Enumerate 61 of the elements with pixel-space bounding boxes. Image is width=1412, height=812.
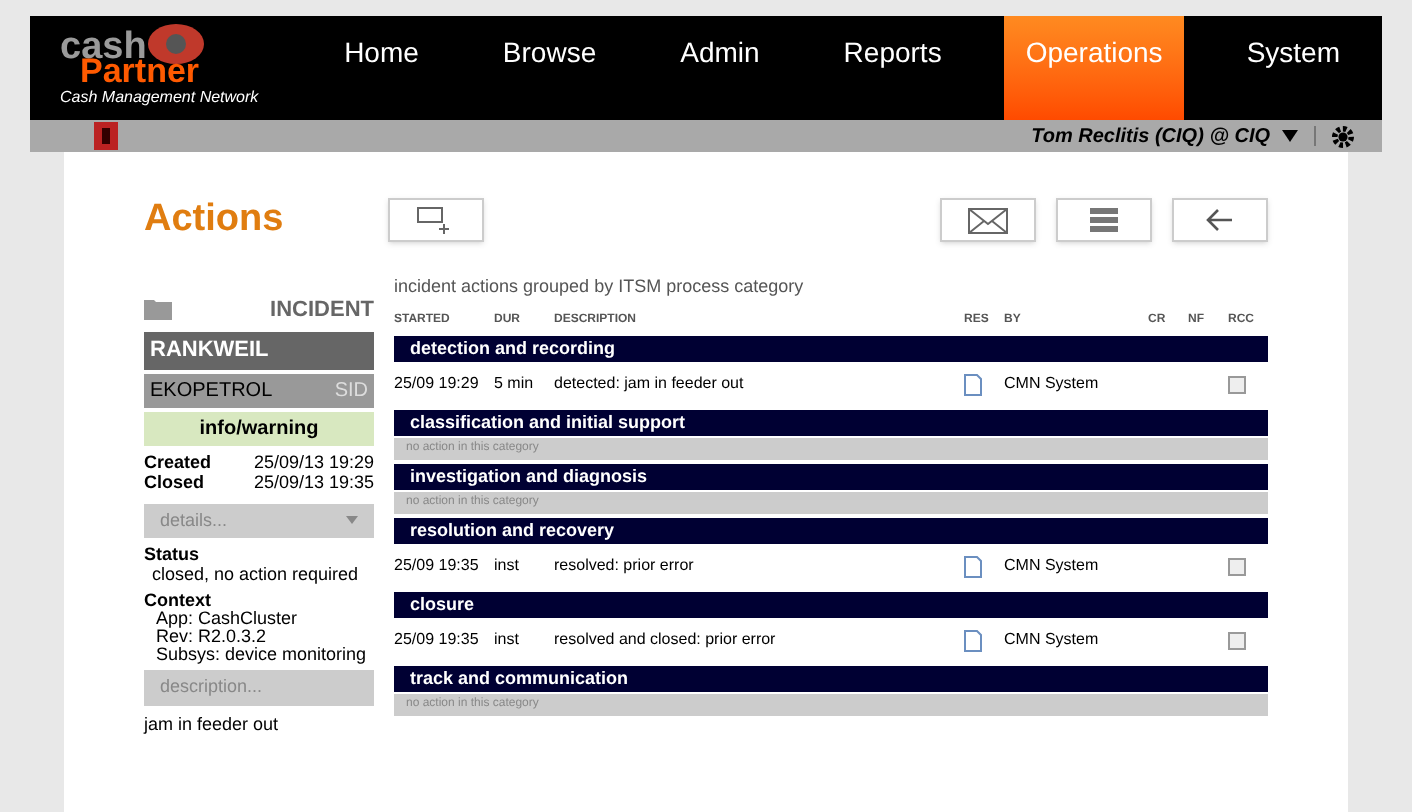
category-header: investigation and diagnosis [394, 464, 1268, 490]
checkbox[interactable] [1228, 557, 1246, 575]
context-line: App: CashCluster [154, 610, 300, 628]
nav-tab[interactable]: Admin [658, 16, 782, 120]
checkbox[interactable] [1228, 631, 1246, 649]
document-icon [964, 629, 982, 651]
document-icon [964, 373, 982, 395]
list-button[interactable] [1056, 198, 1152, 243]
nav-tab[interactable]: System [1224, 16, 1362, 120]
context-line: Rev: R2.0.3.2 [154, 628, 269, 646]
nav-tab[interactable]: Home [322, 16, 441, 120]
table-cell-text: 25/09 19:35 [394, 554, 481, 578]
table-cell-text: CMN System [1004, 372, 1101, 396]
nav-tab[interactable]: Reports [821, 16, 964, 120]
category-header: classification and initial support [394, 410, 1268, 436]
list-icon [1090, 208, 1118, 233]
folder-icon [144, 298, 172, 321]
table-cell-text: resolved and closed: prior error [554, 628, 778, 652]
page-title: Actions [144, 196, 286, 244]
table-cell-text: CMN System [1004, 628, 1101, 652]
add-button[interactable] [388, 198, 484, 243]
table-caption: incident actions grouped by ITSM process category [394, 273, 806, 300]
back-button[interactable] [1172, 198, 1268, 243]
category-header: track and communication [394, 666, 1268, 692]
table-cell-text: inst [494, 628, 521, 652]
envelope-icon [968, 207, 1008, 234]
incident-heading: INCIDENT [270, 295, 374, 325]
category-header: closure [394, 592, 1268, 618]
created-time: 25/09/13 19:29 [251, 451, 374, 471]
category-header: detection and recording [394, 336, 1268, 362]
table-cell-text: 25/09 19:29 [394, 372, 481, 396]
category-header: resolution and recovery [394, 518, 1268, 544]
caret-icon [346, 516, 358, 525]
closed-label: Closed [144, 471, 207, 491]
logo-tagline: Cash Management Network [60, 90, 259, 106]
user-name: Tom Reclitis (CIQ) @ CIQ [1031, 123, 1270, 151]
closed-time: 25/09/13 19:35 [251, 471, 374, 491]
brand-icon [94, 122, 118, 150]
back-arrow-icon [1206, 208, 1234, 233]
status-label: Status [144, 544, 202, 564]
location-label: RANKWEIL [144, 332, 374, 369]
document-icon [964, 555, 982, 577]
table-cell-text: resolved: prior error [554, 554, 696, 578]
created-label: Created [144, 451, 212, 471]
severity-label: info/warning [144, 411, 374, 445]
checkbox[interactable] [1228, 375, 1246, 393]
sid-label: SID [334, 377, 368, 405]
table-cell-text: CMN System [1004, 554, 1101, 578]
status-value: closed, no action required [150, 564, 361, 584]
email-button[interactable] [940, 198, 1036, 243]
description-text: jam in feeder out [144, 711, 281, 738]
table-cell-text: detected: jam in feeder out [554, 372, 746, 396]
settings-icon[interactable] [1332, 125, 1354, 147]
customer-name: EKOPETROL [150, 377, 273, 405]
table-cell-text: 25/09 19:35 [394, 628, 481, 652]
context-label: Context [144, 590, 213, 610]
table-cell-text: inst [494, 554, 521, 578]
context-line: Subsys: device monitoring [154, 646, 369, 664]
table-cell-text: 5 min [494, 372, 536, 396]
nav-tab[interactable]: Browse [480, 16, 619, 120]
caret-icon[interactable] [1282, 130, 1298, 142]
